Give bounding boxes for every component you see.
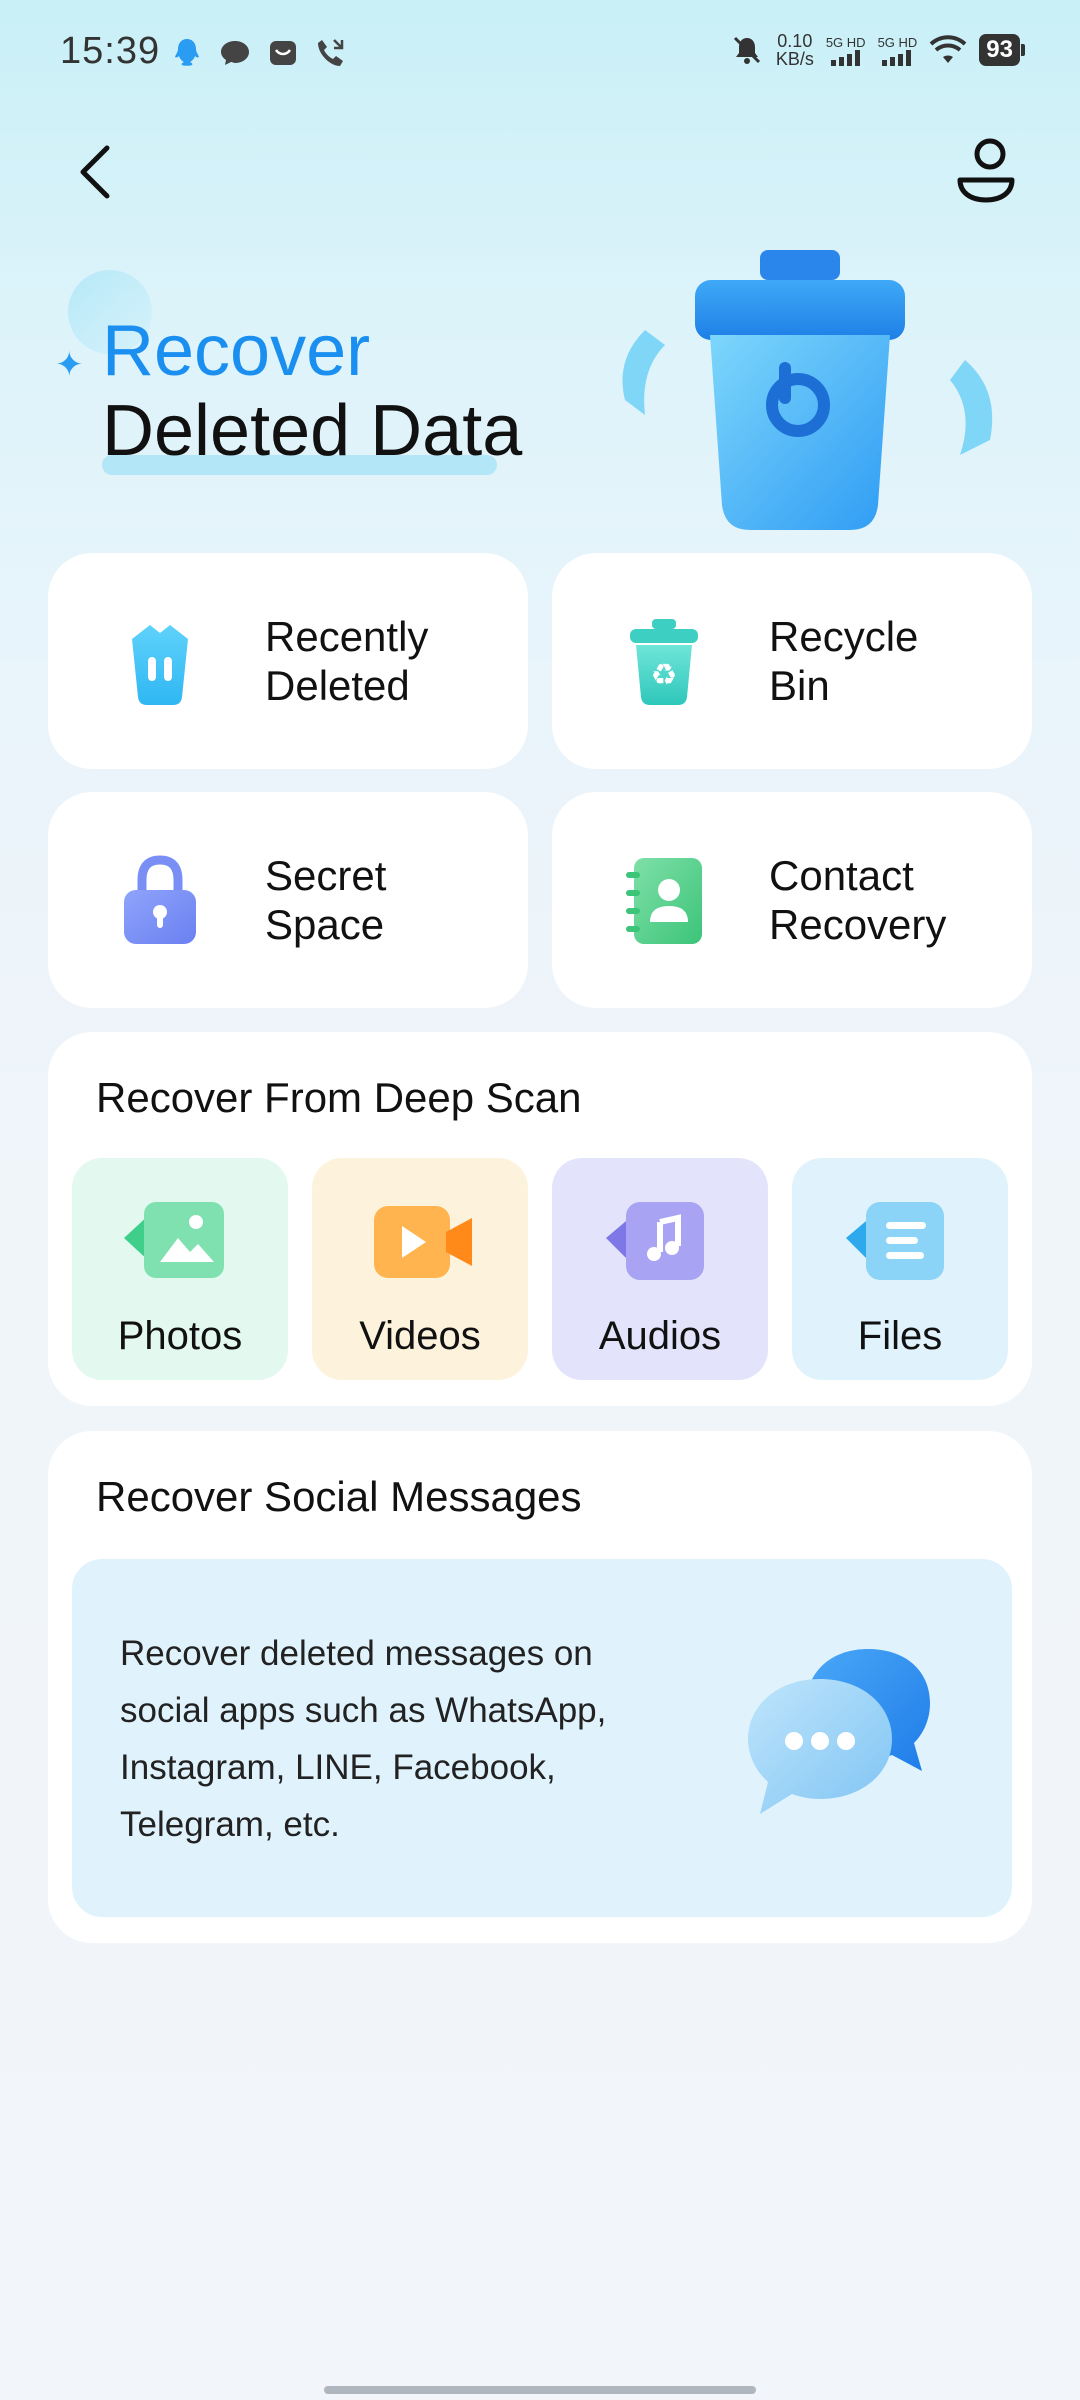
scan-videos-button[interactable]: Videos: [312, 1158, 528, 1380]
scan-files-button[interactable]: Files: [792, 1158, 1008, 1380]
recycle-bin-icon: ♻: [630, 619, 698, 705]
chat-bubbles-icon: [748, 1649, 930, 1814]
status-right: 0.10 KB/s 5G HD 5G HD 93: [730, 32, 1025, 68]
qq-icon: [175, 39, 199, 66]
sim2-label: 5G HD: [877, 34, 918, 50]
sparkle-icon: ✦: [55, 346, 84, 384]
social-messages-card: Recover Social Messages Recover deleted …: [48, 1431, 1032, 1943]
label-line1: Contact: [769, 852, 914, 899]
sim2-signal: 5G HD: [877, 34, 918, 66]
video-icon: [374, 1206, 472, 1278]
recently-deleted-label: Recently Deleted: [265, 612, 428, 710]
recycle-bin-illustration: [622, 250, 993, 530]
chevron-left-icon: [80, 145, 110, 199]
secret-space-label: Secret Space: [265, 851, 386, 949]
sim1-signal: 5G HD: [826, 35, 866, 66]
scan-photos-label: Photos: [117, 1314, 243, 1358]
home-indicator[interactable]: [324, 2386, 756, 2394]
network-speed: 0.10 KB/s: [776, 32, 814, 68]
mute-bell-icon: [733, 36, 760, 64]
signal-bars-icon: [830, 49, 860, 66]
mail-app-icon: [270, 41, 296, 65]
contact-recovery-label: Contact Recovery: [769, 851, 946, 949]
label-line2: Bin: [769, 662, 830, 709]
sim1-label: 5G HD: [825, 34, 866, 50]
network-speed-unit: KB/s: [775, 49, 814, 69]
wifi-icon: [929, 35, 967, 63]
social-recovery-button[interactable]: Recover deleted messages on social apps …: [72, 1559, 1012, 1917]
label-line2: Recovery: [769, 901, 947, 948]
contact-recovery-card[interactable]: Contact Recovery: [552, 792, 1032, 1008]
label-line1: Recycle: [769, 613, 919, 660]
trash-pause-icon: [132, 625, 188, 705]
label-line1: Recently: [265, 613, 429, 660]
label-line2: Space: [265, 901, 385, 948]
scan-photos-button[interactable]: Photos: [72, 1158, 288, 1380]
status-bar: 15:39 0.10 KB/s 5G HD 5G HD 93: [0, 0, 1080, 110]
missed-call-icon: [318, 39, 344, 66]
signal-bars-icon: [882, 49, 912, 66]
page-title-line1: Recover: [102, 311, 371, 391]
recycle-bin-label: Recycle Bin: [769, 612, 918, 710]
user-icon: [957, 138, 1015, 203]
social-description: Recover deleted messages on social apps …: [120, 1634, 607, 1844]
scan-videos-label: Videos: [359, 1314, 481, 1358]
profile-button[interactable]: [946, 130, 1026, 210]
file-icon: [846, 1202, 944, 1280]
deep-scan-title: Recover From Deep Scan: [96, 1074, 582, 1121]
recently-deleted-card[interactable]: Recently Deleted: [48, 553, 528, 769]
recycle-bin-card[interactable]: ♻ Recycle Bin: [552, 553, 1032, 769]
label-line1: Secret: [265, 852, 387, 899]
social-messages-title: Recover Social Messages: [96, 1473, 582, 1520]
hero-banner: ✦ Recover Deleted Data: [0, 250, 1080, 550]
scan-files-label: Files: [857, 1314, 943, 1358]
music-icon: [606, 1202, 704, 1280]
photo-icon: [124, 1202, 224, 1278]
status-time: 15:39: [60, 30, 161, 72]
lock-icon: [124, 855, 196, 944]
notification-icons: [170, 36, 348, 70]
battery-indicator: 93: [979, 34, 1025, 66]
label-line2: Deleted: [265, 662, 410, 709]
message-icon: [221, 41, 249, 65]
contact-book-icon: [626, 858, 702, 944]
svg-text:♻: ♻: [651, 658, 678, 693]
page-title-line2: Deleted Data: [102, 391, 523, 471]
network-speed-value: 0.10: [777, 31, 813, 51]
back-button[interactable]: [62, 132, 128, 212]
secret-space-card[interactable]: Secret Space: [48, 792, 528, 1008]
deep-scan-card: Recover From Deep Scan Photos Videos Aud…: [48, 1032, 1032, 1406]
scan-audios-label: Audios: [598, 1314, 722, 1358]
scan-audios-button[interactable]: Audios: [552, 1158, 768, 1380]
